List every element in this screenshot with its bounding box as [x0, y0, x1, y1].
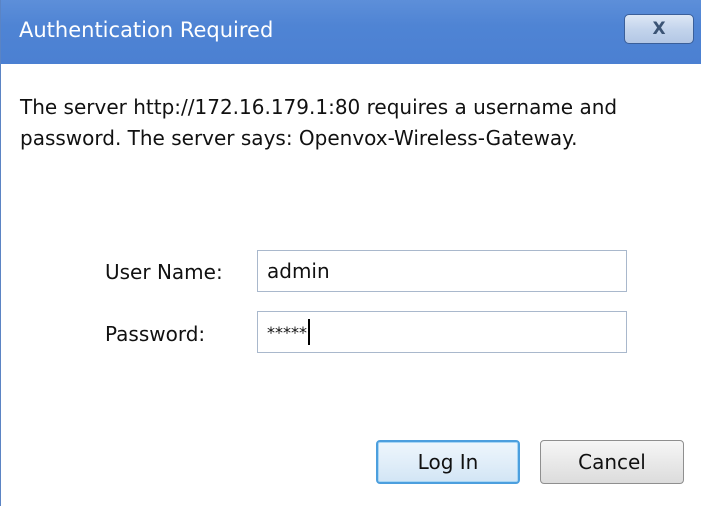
title-bar[interactable]: Authentication Required X	[1, 0, 702, 64]
dialog-title: Authentication Required	[19, 18, 274, 42]
username-input[interactable]: admin	[257, 250, 627, 292]
window-edge	[701, 0, 709, 506]
cancel-button[interactable]: Cancel	[540, 440, 684, 484]
auth-dialog: Authentication Required X The server htt…	[0, 0, 702, 506]
close-icon: X	[652, 19, 666, 39]
username-value: admin	[267, 259, 330, 283]
password-label: Password:	[105, 322, 206, 346]
text-caret	[308, 319, 310, 345]
password-value: *****	[267, 322, 307, 342]
username-label: User Name:	[105, 260, 223, 284]
auth-message: The server http://172.16.179.1:80 requir…	[20, 95, 618, 150]
close-button[interactable]: X	[624, 14, 694, 44]
login-button[interactable]: Log In	[376, 440, 520, 484]
password-input[interactable]: *****	[257, 311, 627, 353]
